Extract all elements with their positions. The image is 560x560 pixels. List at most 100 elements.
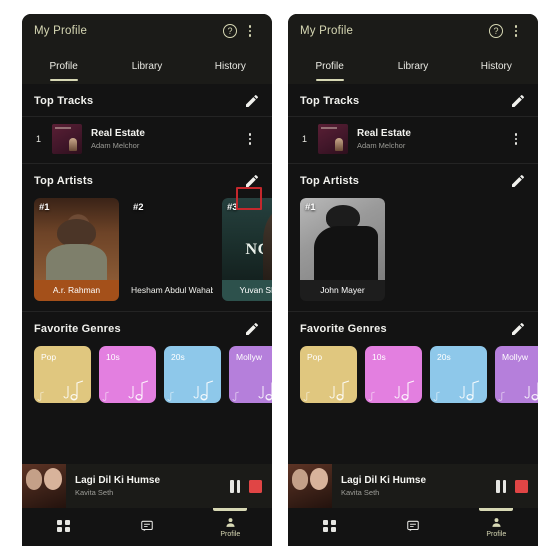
kebab-menu-icon [248, 133, 252, 145]
favorite-genres-header: Favorite Genres [22, 312, 272, 344]
top-artists-title: Top Artists [300, 175, 360, 187]
favorite-genres-title: Favorite Genres [34, 323, 121, 335]
nav-item-messages[interactable] [105, 508, 188, 546]
person-icon [226, 518, 235, 527]
list-item[interactable]: Mollyw [495, 346, 538, 403]
help-circle-icon: ? [489, 24, 503, 38]
music-note-icon [433, 391, 440, 401]
page-title: My Profile [300, 25, 354, 37]
list-item[interactable]: #1 John Mayer [300, 198, 385, 301]
help-button[interactable]: ? [486, 21, 506, 41]
artist-name: A.r. Rahman [34, 280, 119, 301]
favorite-genres-edit-button[interactable] [244, 321, 260, 337]
favorite-genres-list[interactable]: Pop 10s 20s Mollyw [288, 344, 538, 415]
stop-button[interactable] [515, 479, 528, 493]
list-item[interactable]: #3 Yuvan Shank [222, 198, 272, 301]
genre-label: Mollyw [502, 352, 528, 362]
now-playing-meta: Lagi Dil Ki Humse Kavita Seth [75, 475, 221, 497]
nav-item-profile[interactable]: Profile [455, 508, 538, 546]
tab-profile[interactable]: Profile [288, 48, 371, 84]
artist-name: Yuvan Shank [222, 280, 272, 301]
nav-item-profile[interactable]: Profile [189, 508, 272, 546]
tab-history[interactable]: History [189, 48, 272, 84]
app-top-bar: My Profile ? [288, 14, 538, 48]
music-note-icon [524, 382, 538, 401]
nav-item-browse[interactable] [22, 508, 105, 546]
table-row[interactable]: 1 Real Estate Adam Melchor [22, 117, 272, 163]
artist-rank-badge: #1 [39, 202, 50, 213]
list-item[interactable]: 10s [99, 346, 156, 403]
track-title: Real Estate [91, 128, 145, 139]
track-artist: Adam Melchor [357, 141, 406, 150]
music-note-icon [37, 391, 44, 401]
music-note-icon [102, 391, 109, 401]
album-art [52, 124, 82, 154]
genre-label: 20s [437, 352, 451, 362]
top-artists-list[interactable]: #1 John Mayer [288, 196, 538, 311]
page-title: My Profile [34, 25, 88, 37]
pause-button[interactable] [230, 479, 240, 493]
genre-label: Pop [41, 352, 57, 362]
genre-label: 10s [372, 352, 386, 362]
list-item[interactable]: Pop [34, 346, 91, 403]
help-circle-icon: ? [223, 24, 237, 38]
bottom-navigation: Profile [22, 508, 272, 546]
top-artists-header: Top Artists [288, 164, 538, 196]
top-tracks-edit-button[interactable] [510, 93, 526, 109]
list-item[interactable]: #1 A.r. Rahman [34, 198, 119, 301]
top-artists-edit-button[interactable] [510, 173, 526, 189]
pause-button[interactable] [496, 479, 506, 493]
top-tracks-edit-button[interactable] [244, 93, 260, 109]
favorite-genres-edit-button[interactable] [510, 321, 526, 337]
track-menu-button[interactable] [506, 129, 526, 149]
nav-item-browse[interactable] [288, 508, 371, 546]
track-title: Real Estate [357, 128, 411, 139]
now-playing-bar[interactable]: Lagi Dil Ki Humse Kavita Seth [288, 464, 538, 508]
overflow-menu-button[interactable] [240, 21, 260, 41]
now-playing-artwork [288, 464, 332, 508]
favorite-genres-list[interactable]: Pop 10s 20s Mollyw [22, 344, 272, 415]
help-button[interactable]: ? [220, 21, 240, 41]
list-item[interactable]: #2 Hesham Abdul Wahab [128, 198, 213, 301]
top-tracks-header: Top Tracks [288, 84, 538, 116]
music-note-icon [394, 380, 415, 401]
kebab-menu-icon [248, 25, 252, 37]
top-tracks-title: Top Tracks [300, 95, 360, 107]
music-note-icon [303, 391, 310, 401]
track-menu-button[interactable] [240, 129, 260, 149]
list-item[interactable]: Mollyw [229, 346, 272, 403]
tab-history[interactable]: History [455, 48, 538, 84]
tab-library[interactable]: Library [371, 48, 454, 84]
list-item[interactable]: 20s [164, 346, 221, 403]
track-artist: Adam Melchor [91, 141, 140, 150]
top-tracks-header: Top Tracks [22, 84, 272, 116]
now-playing-artist: Kavita Seth [75, 488, 114, 497]
favorite-genres-header: Favorite Genres [288, 312, 538, 344]
track-rank: 1 [35, 134, 41, 144]
top-artists-title: Top Artists [34, 175, 94, 187]
top-artists-edit-button[interactable] [244, 173, 260, 189]
person-icon [492, 518, 501, 527]
phone-screen-after: My Profile ? Profile Library History Top… [288, 14, 538, 546]
music-note-icon [329, 380, 350, 401]
list-item[interactable]: 20s [430, 346, 487, 403]
artist-image: #1 [34, 198, 119, 280]
tab-profile[interactable]: Profile [22, 48, 105, 84]
stop-button[interactable] [249, 479, 262, 493]
overflow-menu-button[interactable] [506, 21, 526, 41]
artist-image: #2 [128, 198, 213, 280]
list-item[interactable]: Pop [300, 346, 357, 403]
artist-image: #1 [300, 198, 385, 280]
top-artists-list[interactable]: #1 A.r. Rahman #2 Hesham Abdul Wahab #3 … [22, 196, 272, 311]
list-item[interactable]: 10s [365, 346, 422, 403]
profile-content: Top Tracks 1 Real Estate Adam Melchor To… [288, 84, 538, 464]
favorite-genres-title: Favorite Genres [300, 323, 387, 335]
now-playing-bar[interactable]: Lagi Dil Ki Humse Kavita Seth [22, 464, 272, 508]
tab-library[interactable]: Library [105, 48, 188, 84]
screenshot-stage: My Profile ? Profile Library History Top… [0, 0, 560, 560]
artist-rank-badge: #2 [133, 202, 144, 213]
now-playing-artist: Kavita Seth [341, 488, 380, 497]
music-note-icon [63, 380, 84, 401]
table-row[interactable]: 1 Real Estate Adam Melchor [288, 117, 538, 163]
nav-item-messages[interactable] [371, 508, 454, 546]
